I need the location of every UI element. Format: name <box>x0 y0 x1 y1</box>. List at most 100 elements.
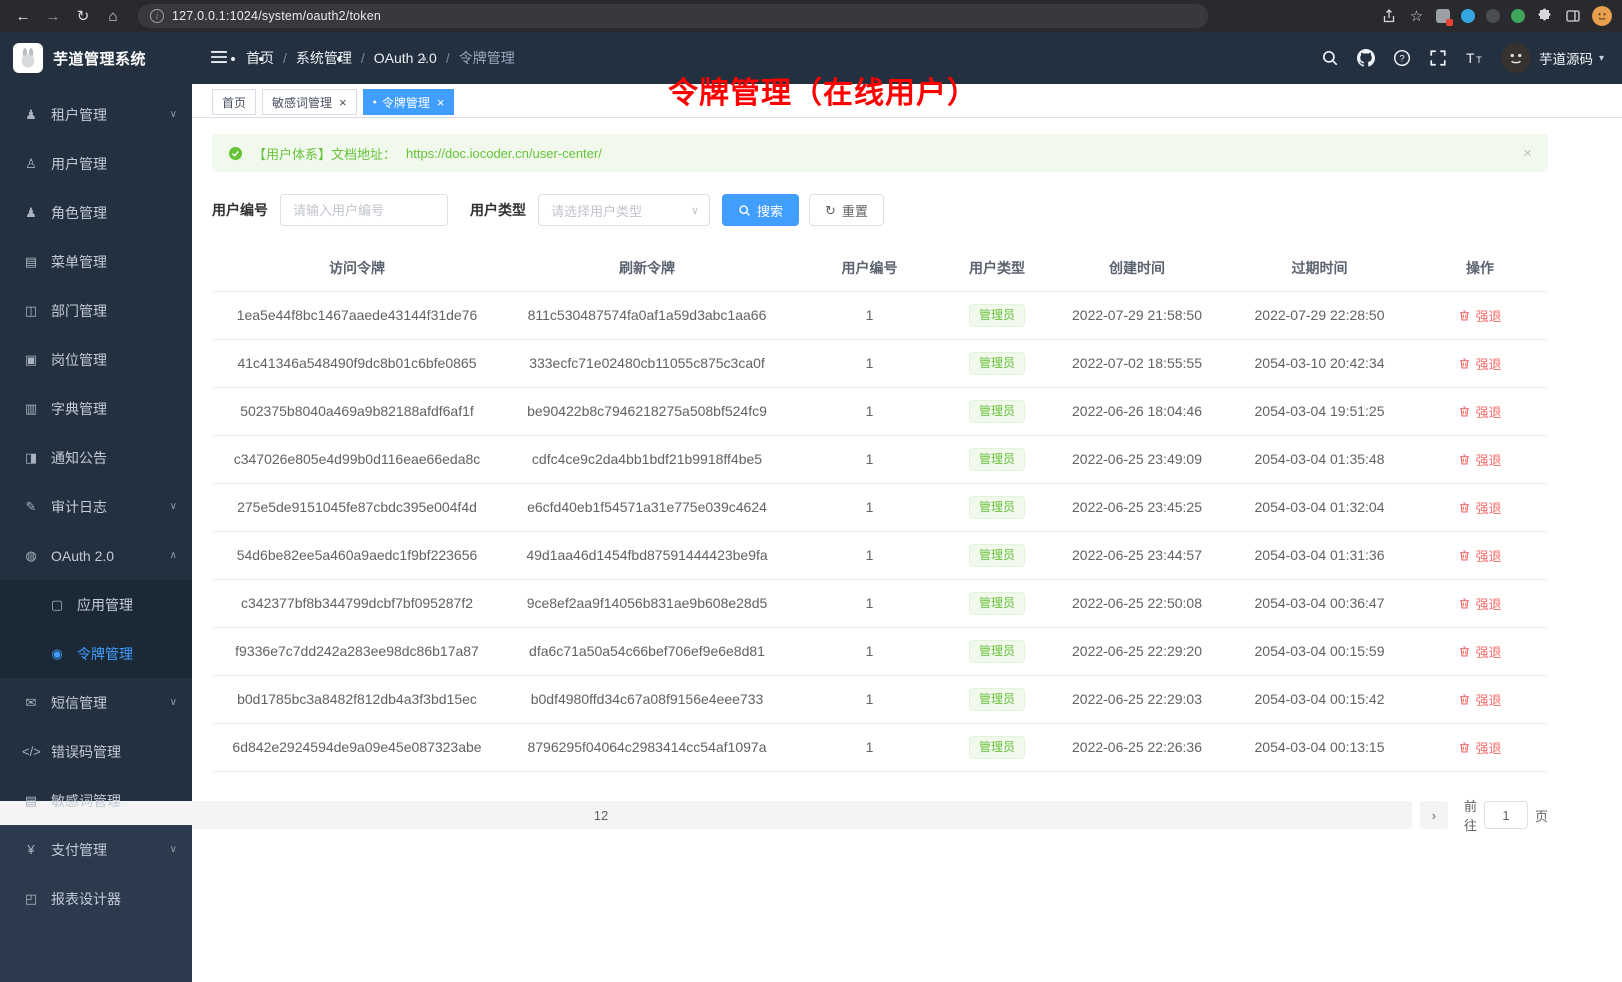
user-type-cell: 管理员 <box>947 675 1047 723</box>
force-logout-button[interactable]: 强退 <box>1458 498 1501 517</box>
font-size-icon[interactable]: TT <box>1465 49 1484 68</box>
refresh-token-cell: 49d1aa46d1454fbd87591444423be9fa <box>502 531 792 579</box>
sidebar-item-icon: ▥ <box>22 401 40 417</box>
bookmark-star-icon[interactable]: ☆ <box>1408 8 1425 25</box>
sidebar-item[interactable]: ✎ 审计日志 ∨ <box>0 482 192 531</box>
tab[interactable]: 首页 <box>212 89 256 115</box>
access-token-cell: f9336e7c7dd242a283ee98dc86b17a87 <box>212 627 502 675</box>
sidebar-item[interactable]: ♟ 租户管理 ∨ <box>0 90 192 139</box>
tab-label: 敏感词管理 <box>272 94 332 111</box>
sidebar-item[interactable]: ▢ 应用管理 <box>0 580 192 629</box>
reset-button[interactable]: ↻ 重置 <box>809 194 884 226</box>
force-logout-button[interactable]: 强退 <box>1458 354 1501 373</box>
extension-icon[interactable] <box>1486 9 1500 23</box>
extension-icon[interactable] <box>1461 9 1475 23</box>
created-time-cell: 2022-06-25 22:50:08 <box>1047 579 1227 627</box>
sidebar-item-label: 审计日志 <box>51 497 178 517</box>
action-cell: 强退 <box>1412 675 1548 723</box>
access-token-cell: 1ea5e44f8bc1467aaede43144f31de76 <box>212 291 502 339</box>
sidebar-item-label: 通知公告 <box>51 448 178 468</box>
browser-back-icon[interactable]: ← <box>10 4 36 28</box>
tab[interactable]: 敏感词管理 × <box>262 89 357 115</box>
doc-link[interactable]: https://doc.iocoder.cn/user-center/ <box>406 146 602 161</box>
browser-reload-icon[interactable]: ↻ <box>70 4 96 28</box>
created-time-cell: 2022-07-29 21:58:50 <box>1047 291 1227 339</box>
browser-forward-icon[interactable]: → <box>40 4 66 28</box>
next-page-button[interactable]: › <box>1420 801 1448 829</box>
action-cell: 强退 <box>1412 339 1548 387</box>
force-logout-button[interactable]: 强退 <box>1458 306 1501 325</box>
force-logout-button[interactable]: 强退 <box>1458 402 1501 421</box>
browser-profile-avatar[interactable] <box>1592 6 1612 26</box>
extension-icon[interactable] <box>1511 9 1525 23</box>
user-type-select[interactable]: 请选择用户类型 ∨ <box>538 194 710 226</box>
tab[interactable]: ● 令牌管理 × <box>363 89 455 115</box>
alert-close-icon[interactable]: × <box>1523 145 1532 162</box>
extension-icon[interactable] <box>1436 9 1450 23</box>
sidebar-item-label: 报表设计器 <box>51 889 178 909</box>
sidebar-item[interactable]: ◨ 通知公告 <box>0 433 192 482</box>
caret-down-icon: ▾ <box>1599 53 1604 64</box>
sidebar-item-icon: ◰ <box>22 891 40 907</box>
sidebar-item[interactable]: ♙ 用户管理 <box>0 139 192 188</box>
sidebar-item-icon: ◨ <box>22 450 40 466</box>
access-token-cell: 275e5de9151045fe87cbdc395e004f4d <box>212 483 502 531</box>
delete-icon <box>1458 453 1471 466</box>
sidebar-item[interactable]: ◉ 令牌管理 <box>0 629 192 678</box>
search-icon[interactable] <box>1321 49 1340 68</box>
sidebar-item[interactable]: ▤ 菜单管理 <box>0 237 192 286</box>
sidebar-item-icon: ▣ <box>22 352 40 368</box>
site-info-icon[interactable]: i <box>150 9 164 23</box>
sidebar-toggle-icon[interactable] <box>210 48 230 68</box>
sidebar-item[interactable]: ◰ 报表设计器 <box>0 874 192 923</box>
tab-close-icon[interactable]: × <box>437 96 445 109</box>
extensions-puzzle-icon[interactable] <box>1536 8 1553 25</box>
force-logout-button[interactable]: 强退 <box>1458 546 1501 565</box>
sidebar-item-icon: ♟ <box>22 205 40 221</box>
force-logout-button[interactable]: 强退 <box>1458 642 1501 661</box>
user-menu[interactable]: 芋道源码 ▾ <box>1501 43 1604 73</box>
sidebar-item[interactable]: ◫ 部门管理 <box>0 286 192 335</box>
app-title: 芋道管理系统 <box>53 48 146 69</box>
breadcrumb-item[interactable]: 令牌管理 <box>437 48 515 68</box>
page-button[interactable]: 12 <box>0 801 1412 829</box>
address-bar[interactable]: i 127.0.0.1:1024/system/oauth2/token <box>138 4 1208 28</box>
user-type-badge: 管理员 <box>969 688 1025 711</box>
sidebar-item[interactable]: ▤ 敏感词管理 <box>0 776 192 825</box>
search-button[interactable]: 搜索 <box>722 194 799 226</box>
fullscreen-icon[interactable] <box>1429 49 1448 68</box>
user-id-cell: 1 <box>792 723 947 771</box>
side-panel-icon[interactable] <box>1564 8 1581 25</box>
app-logo-area[interactable]: 芋道管理系统 <box>0 32 192 84</box>
share-icon[interactable] <box>1380 8 1397 25</box>
sidebar-item[interactable]: ¥ 支付管理 ∨ <box>0 825 192 874</box>
force-logout-button[interactable]: 强退 <box>1458 690 1501 709</box>
action-cell: 强退 <box>1412 579 1548 627</box>
user-id-input[interactable] <box>280 194 448 226</box>
delete-icon <box>1458 741 1471 754</box>
force-logout-button[interactable]: 强退 <box>1458 450 1501 469</box>
filter-bar: 用户编号 用户类型 请选择用户类型 ∨ 搜索 ↻ 重置 <box>212 194 1548 226</box>
sidebar-item[interactable]: ◍ OAuth 2.0 ∧ <box>0 531 192 580</box>
help-icon[interactable]: ? <box>1393 49 1412 68</box>
expire-time-cell: 2054-03-10 20:42:34 <box>1227 339 1412 387</box>
sidebar-item[interactable]: </> 错误码管理 <box>0 727 192 776</box>
user-type-label: 用户类型 <box>470 200 526 220</box>
expire-time-cell: 2054-03-04 01:35:48 <box>1227 435 1412 483</box>
sidebar-item[interactable]: ▥ 字典管理 <box>0 384 192 433</box>
sidebar-item[interactable]: ▣ 岗位管理 <box>0 335 192 384</box>
user-type-badge: 管理员 <box>969 304 1025 327</box>
sidebar-item-icon: ◉ <box>48 646 66 662</box>
tab-close-icon[interactable]: × <box>339 96 347 109</box>
goto-page-input[interactable] <box>1484 801 1528 829</box>
sidebar-item[interactable]: ♟ 角色管理 <box>0 188 192 237</box>
github-icon[interactable] <box>1357 49 1376 68</box>
force-logout-button[interactable]: 强退 <box>1458 738 1501 757</box>
user-id-cell: 1 <box>792 483 947 531</box>
sidebar-item[interactable]: ✉ 短信管理 ∨ <box>0 678 192 727</box>
page-list: 123456...12 <box>0 801 1412 829</box>
force-logout-button[interactable]: 强退 <box>1458 594 1501 613</box>
browser-home-icon[interactable]: ⌂ <box>100 4 126 28</box>
table-header-cell: 用户编号 <box>792 246 947 291</box>
user-id-label: 用户编号 <box>212 200 268 220</box>
